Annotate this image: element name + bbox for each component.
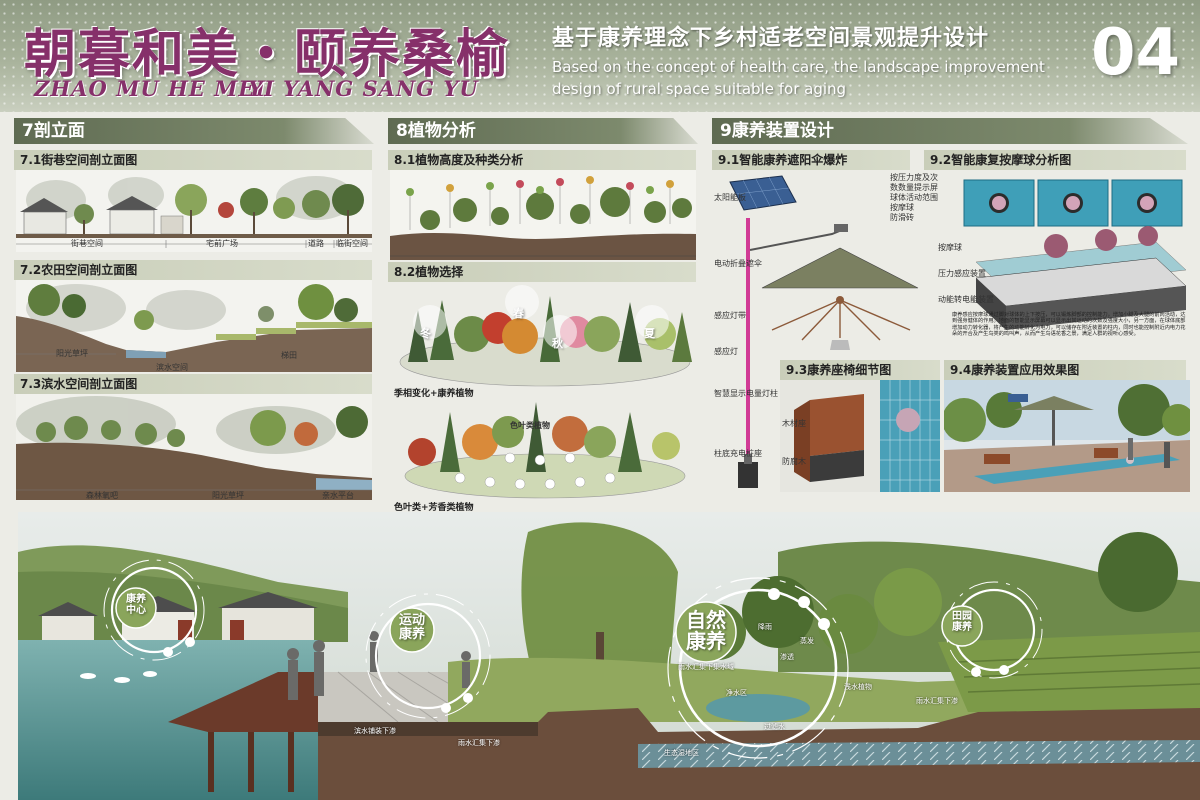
ball-label-energy: 动能转电能装置 <box>938 295 994 304</box>
section-7-2-title: 7.2农田空间剖立面图 <box>14 260 372 280</box>
pano-label-wetland: 生态湿地区 <box>664 749 699 757</box>
section-9-4-title: 9.4康养装置应用效果图 <box>944 360 1186 380</box>
section-9-1-title: 9.1智能康养遮阳伞爆炸 <box>712 150 910 170</box>
device-application-render <box>944 380 1190 492</box>
seat-label-preserved: 防腐木 <box>782 457 806 466</box>
page-number: 04 <box>1090 16 1180 90</box>
subtitle-chinese: 基于康养理念下乡村适老空间景观提升设计 <box>552 26 990 51</box>
pano-label-seep: 渗透 <box>780 653 794 661</box>
season-spring: 春 <box>513 307 524 320</box>
pano-label-rainfall: 降雨 <box>758 623 772 631</box>
waterside-label-forest: 森林氧吧 <box>86 491 118 500</box>
pano-label-shallow-plants: 浅水植物 <box>844 683 872 691</box>
season-autumn: 秋 <box>552 337 563 350</box>
panorama-section: 康养中心 运动康养 自然康养 田园康养 滨水铺装下渗 雨水汇集下集水域 渗透 净… <box>18 512 1200 800</box>
plant-caption-aromatic: 色叶类+芳香类植物 <box>394 503 474 512</box>
umbrella-label-charging-base: 柱底充电桩座 <box>714 449 762 458</box>
pano-label-rain-seep: 雨水汇集下渗 <box>458 739 500 747</box>
massage-ball-description: 康养感应按摩球通过脚对球体的上下按压，可以锻炼脚部的控制能力，增加小腿及大腿的前… <box>952 312 1186 338</box>
farm-label-terrace: 梯田 <box>281 351 297 360</box>
section-9-2-title: 9.2智能康复按摩球分析图 <box>924 150 1186 170</box>
season-winter: 冬 <box>420 327 431 340</box>
section-7-1-title: 7.1街巷空间剖立面图 <box>14 150 372 170</box>
street-label-plaza: 宅前广场 <box>206 239 238 248</box>
section-8-banner: 8植物分析 <box>388 118 698 144</box>
plant-height-analysis <box>390 170 696 260</box>
massage-ball-analysis: 按压力度及次 数数量提示屏 球体活动范围 按摩球 防滑砖 按摩球 压力感应装置 … <box>886 170 1192 358</box>
waterside-section-drawing <box>16 394 372 500</box>
plant-selection-diagram: 冬 春 秋 夏 季相变化+康养植物 色叶类植物 色叶类+芳香类植物 <box>390 282 696 512</box>
ring-label-sports: 运动康养 <box>398 613 425 642</box>
section-9-3-title: 9.3康养座椅细节图 <box>780 360 940 380</box>
street-label-road: 道路 <box>308 239 324 248</box>
umbrella-label-folding: 电动折叠遮伞 <box>714 259 762 268</box>
plant-label-color-leaf: 色叶类植物 <box>510 421 550 430</box>
ball-label-ball-2: 按摩球 <box>938 243 962 252</box>
umbrella-label-lightstrip: 感应灯带 <box>714 311 746 320</box>
header-banner: 朝暮和美・颐养桑榆 ZHAO MU HE MEI YI YANG SANG YU… <box>0 0 1200 112</box>
ring-label-nature: 自然康养 <box>686 608 726 653</box>
ball-label-pressure: 压力感应装置 <box>938 269 986 278</box>
waterside-label-lawn: 阳光草坪 <box>212 491 244 500</box>
street-section-elevation: 街巷空间 宅前广场 道路 临街空间 <box>16 170 372 252</box>
plant-caption-seasonal: 季相变化+康养植物 <box>394 389 474 399</box>
application-render-drawing <box>944 380 1190 492</box>
subtitle-english: Based on the concept of health care, the… <box>552 58 1045 98</box>
title-pinyin-1: ZHAO MU HE MEI <box>34 76 267 101</box>
umbrella-label-sensor-light: 感应灯 <box>714 347 738 356</box>
street-label-alley: 街巷空间 <box>71 239 103 248</box>
seat-detail-drawing <box>780 380 940 492</box>
pano-label-rain-seep-2: 雨水汇集下渗 <box>916 697 958 705</box>
umbrella-label-display-pole: 智慧显示电量灯柱 <box>714 389 778 398</box>
farm-label-lawn: 阳光草坪 <box>56 349 88 358</box>
waterside-section-elevation: 森林氧吧 阳光草坪 亲水平台 <box>16 394 372 500</box>
section-7-banner: 7剖立面 <box>14 118 374 144</box>
farm-label-waterside: 滨水空间 <box>156 363 188 372</box>
pano-label-filter: 过滤水 <box>764 723 785 731</box>
pano-label-evaporate: 蒸发 <box>800 637 814 645</box>
section-9-banner: 9康养装置设计 <box>712 118 1188 144</box>
title-pinyin-2: YI YANG SANG YU <box>248 76 479 101</box>
seat-label-wood: 木材座 <box>782 419 806 428</box>
farmland-section-elevation: 阳光草坪 滨水空间 梯田 <box>16 280 372 372</box>
section-8-2-title: 8.2植物选择 <box>388 262 696 282</box>
ring-label-pastoral: 田园康养 <box>952 611 972 633</box>
pano-label-rain-collect: 雨水汇集下集水域 <box>678 663 734 671</box>
plant-height-drawing <box>390 170 696 260</box>
ring-label-health-center: 康养中心 <box>126 594 146 616</box>
ball-label-tile: 防滑砖 <box>890 213 914 222</box>
panorama-drawing <box>18 512 1200 800</box>
pano-label-clean-water: 净水区 <box>726 689 747 697</box>
pano-label-pavement: 滨水铺装下渗 <box>354 727 396 735</box>
season-summer: 夏 <box>644 327 655 340</box>
umbrella-label-solar: 太阳能板 <box>714 193 746 202</box>
street-label-frontage: 临街空间 <box>336 239 368 248</box>
seat-detail: 木材座 防腐木 <box>780 380 940 492</box>
section-7-3-title: 7.3滨水空间剖立面图 <box>14 374 372 394</box>
section-8-1-title: 8.1植物高度及种类分析 <box>388 150 696 170</box>
waterside-label-platform: 亲水平台 <box>322 491 354 500</box>
